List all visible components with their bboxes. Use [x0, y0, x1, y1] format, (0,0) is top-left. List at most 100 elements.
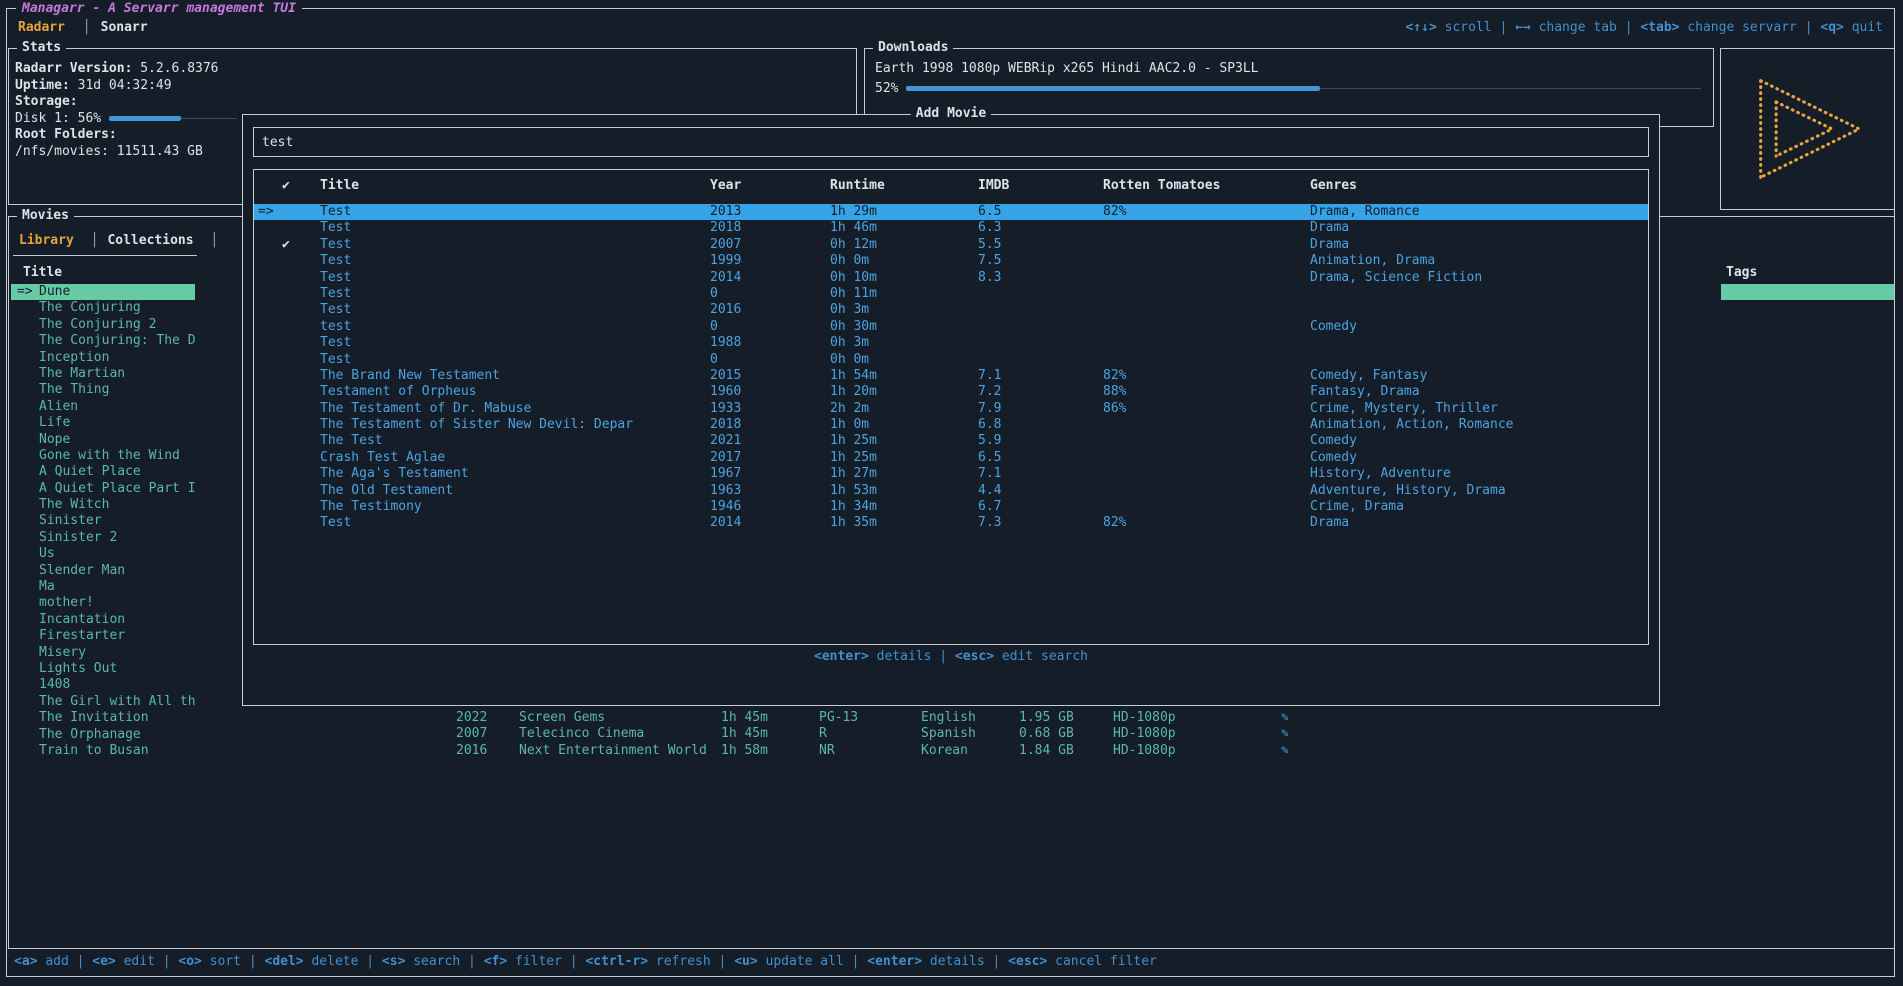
library-row[interactable]: Incantation [11, 612, 195, 628]
result-runtime-cell: 1h 35m [830, 515, 877, 531]
help-key: <a> [14, 954, 37, 969]
library-row[interactable]: The Girl with All the [11, 694, 195, 710]
search-results-table: ✔ Title Year Runtime IMDB Rotten Tomatoe… [253, 169, 1649, 645]
library-row[interactable]: Misery [11, 645, 195, 661]
studio-cell: Next Entertainment World [519, 743, 707, 759]
result-runtime-cell: 1h 46m [830, 220, 877, 236]
search-result-row[interactable]: The Testimony 1946 1h 34m 6.7 Crime, Dra… [254, 499, 1648, 515]
search-result-row[interactable]: Test 0 0h 11m [254, 286, 1648, 302]
library-row-title: A Quiet Place Part II [39, 481, 195, 496]
result-year-cell: 1933 [710, 401, 741, 417]
result-genres-cell: Drama, Romance [1310, 204, 1420, 220]
library-row[interactable]: =>Dune [11, 284, 195, 300]
library-row-title: The Girl with All the [39, 694, 195, 709]
logo-panel [1720, 48, 1895, 210]
help-key: <o> [178, 954, 201, 969]
movies-tab[interactable]: Library [19, 233, 74, 248]
result-runtime-cell: 1h 29m [830, 204, 877, 220]
library-row[interactable]: Alien [11, 399, 195, 415]
search-result-row[interactable]: ✔ Test 2007 0h 12m 5.5 Drama [254, 237, 1648, 253]
servarr-tab[interactable]: Sonarr [73, 20, 148, 35]
result-rotten-tomatoes-cell: 86% [1103, 401, 1126, 417]
library-row[interactable]: 1408 [11, 677, 195, 693]
search-result-row[interactable]: Test 1999 0h 0m 7.5 Animation, Drama [254, 253, 1648, 269]
search-result-row[interactable]: The Old Testament 1963 1h 53m 4.4 Advent… [254, 483, 1648, 499]
library-row[interactable]: Inception [11, 350, 195, 366]
library-row[interactable]: Us [11, 546, 195, 562]
result-genres-cell: Drama [1310, 515, 1349, 531]
result-title-cell: The Aga's Testament [320, 466, 469, 482]
library-row[interactable]: Ma [11, 579, 195, 595]
library-row[interactable]: Slender Man [11, 563, 195, 579]
download-item[interactable]: Earth 1998 1080p WEBRip x265 Hindi AAC2.… [875, 61, 1259, 76]
result-imdb-cell: 8.3 [978, 270, 1001, 286]
result-imdb-cell: 6.3 [978, 220, 1001, 236]
result-title-cell: Test [320, 253, 351, 269]
library-row[interactable]: A Quiet Place Part II [11, 481, 195, 497]
search-result-row[interactable]: The Aga's Testament 1967 1h 27m 7.1 Hist… [254, 466, 1648, 482]
library-row[interactable]: The Conjuring [11, 300, 195, 316]
storage-label-text: Storage: [15, 94, 78, 109]
help-item: <o> sort [163, 954, 241, 969]
search-result-row[interactable]: The Test 2021 1h 25m 5.9 Comedy [254, 433, 1648, 449]
library-row[interactable]: Gone with the Wind [11, 448, 195, 464]
search-result-row[interactable]: Testament of Orpheus 1960 1h 20m 7.2 88%… [254, 384, 1648, 400]
results-rows: => Test 2013 1h 29m 6.5 82% Drama, Roman… [254, 204, 1648, 532]
search-result-row[interactable]: The Testament of Sister New Devil: Depar… [254, 417, 1648, 433]
help-key: <esc> [955, 649, 994, 664]
search-result-row[interactable]: Test 0 0h 0m [254, 352, 1648, 368]
result-imdb-cell: 4.4 [978, 483, 1001, 499]
library-row[interactable]: Lights Out [11, 661, 195, 677]
library-detail-row[interactable]: 2022 Screen Gems 1h 45m PG-13 English 1.… [9, 710, 1892, 726]
search-result-row[interactable]: Test 2014 1h 35m 7.3 82% Drama [254, 515, 1648, 531]
uptime-line: Uptime: 31d 04:32:49 [15, 78, 850, 95]
library-row[interactable]: Firestarter [11, 628, 195, 644]
library-row[interactable]: The Conjuring 2 [11, 317, 195, 333]
library-row[interactable]: Life [11, 415, 195, 431]
library-detail-row[interactable]: 2007 Telecinco Cinema 1h 45m R Spanish 0… [9, 726, 1892, 742]
result-title-cell: Crash Test Aglae [320, 450, 445, 466]
search-result-row[interactable]: Test 2014 0h 10m 8.3 Drama, Science Fict… [254, 270, 1648, 286]
help-key: <del> [265, 954, 304, 969]
library-row[interactable]: The Martian [11, 366, 195, 382]
result-runtime-cell: 1h 0m [830, 417, 869, 433]
check-icon: ✔ [282, 237, 290, 253]
library-row[interactable]: The Witch [11, 497, 195, 513]
radarr-version-value: 5.2.6.8376 [140, 61, 218, 76]
library-row[interactable]: Nope [11, 432, 195, 448]
search-result-row[interactable]: Test 1988 0h 3m [254, 335, 1648, 351]
library-row-title: Firestarter [39, 628, 125, 643]
result-imdb-cell: 5.5 [978, 237, 1001, 253]
search-result-row[interactable]: The Brand New Testament 2015 1h 54m 7.1 … [254, 368, 1648, 384]
result-rotten-tomatoes-cell: 82% [1103, 204, 1126, 220]
result-imdb-cell: 7.5 [978, 253, 1001, 269]
movie-search-input[interactable] [254, 128, 1648, 156]
result-title-cell: The Old Testament [320, 483, 453, 499]
app-title: Managarr - A Servarr management TUI [16, 1, 302, 16]
movies-tab[interactable]: Collections [82, 233, 194, 248]
servarr-tab[interactable]: Radarr [18, 20, 65, 35]
result-title-cell: Test [320, 302, 351, 318]
library-row[interactable]: Sinister 2 [11, 530, 195, 546]
result-runtime-cell: 0h 3m [830, 335, 869, 351]
help-item: <enter> details [852, 954, 985, 969]
library-detail-row[interactable]: 2016 Next Entertainment World 1h 58m NR … [9, 743, 1892, 759]
search-result-row[interactable]: => Test 2013 1h 29m 6.5 82% Drama, Roman… [254, 204, 1648, 220]
movie-search-box [253, 127, 1649, 157]
search-result-row[interactable]: Test 2016 0h 3m [254, 302, 1648, 318]
download-progress: 52% [875, 81, 1701, 96]
search-result-row[interactable]: test 0 0h 30m Comedy [254, 319, 1648, 335]
monitored-pencil-icon: ✎ [1281, 710, 1289, 726]
library-row[interactable]: The Thing [11, 382, 195, 398]
library-row[interactable]: mother! [11, 595, 195, 611]
modal-help-bar: <enter> details <esc> edit search [243, 649, 1659, 664]
library-row[interactable]: Sinister [11, 513, 195, 529]
search-result-row[interactable]: The Testament of Dr. Mabuse 1933 2h 2m 7… [254, 401, 1648, 417]
library-row[interactable]: The Conjuring: The De [11, 333, 195, 349]
result-title-cell: The Testament of Dr. Mabuse [320, 401, 531, 417]
result-year-cell: 0 [710, 352, 718, 368]
search-result-row[interactable]: Crash Test Aglae 2017 1h 25m 6.5 Comedy [254, 450, 1648, 466]
certification-cell: PG-13 [819, 710, 858, 726]
library-row[interactable]: A Quiet Place [11, 464, 195, 480]
search-result-row[interactable]: Test 2018 1h 46m 6.3 Drama [254, 220, 1648, 236]
